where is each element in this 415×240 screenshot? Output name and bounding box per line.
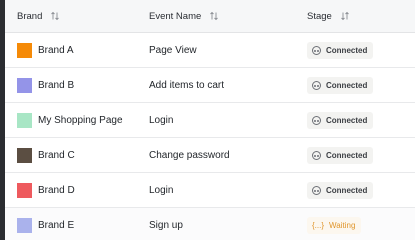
brand-cell: Brand D <box>17 173 137 207</box>
event-name: Login <box>149 114 174 126</box>
brand-name: My Shopping Page <box>38 114 123 126</box>
brand-color-swatch <box>17 112 32 128</box>
plug-icon <box>312 115 321 125</box>
event-name-cell: Login <box>149 103 299 137</box>
event-name: Change password <box>149 149 230 161</box>
stage-cell: {...} Waiting <box>307 208 415 240</box>
stage-badge: Connected <box>307 76 374 94</box>
stage-badge: Connected <box>307 41 374 59</box>
column-header-label: Brand <box>17 10 43 22</box>
brand-color-swatch <box>17 77 32 93</box>
column-header-label: Event Name <box>149 10 202 22</box>
column-header-label: Stage <box>307 10 332 22</box>
brand-color-swatch <box>17 218 32 233</box>
table-row[interactable]: Brand C Change password Connected <box>5 138 415 173</box>
brand-cell: Brand A <box>17 33 137 67</box>
event-name-cell: Sign up <box>149 208 299 240</box>
stage-badge: Connected <box>307 181 374 199</box>
table-row[interactable]: Brand E Sign up {...} Waiting <box>5 208 415 240</box>
event-name-cell: Add items to cart <box>149 68 299 102</box>
brand-cell: Brand B <box>17 68 137 102</box>
table-row[interactable]: Brand A Page View Connected <box>5 33 415 68</box>
brand-name: Brand B <box>38 79 75 91</box>
brand-name: Brand C <box>38 149 75 161</box>
brand-color-swatch <box>17 182 32 198</box>
event-name: Page View <box>149 44 197 56</box>
event-name: Sign up <box>149 220 183 231</box>
brand-cell: My Shopping Page <box>17 103 137 137</box>
brand-color-swatch <box>17 42 32 58</box>
stage-label: Connected <box>326 80 368 90</box>
column-header-brand[interactable]: Brand <box>17 0 137 32</box>
brand-name: Brand E <box>38 220 75 231</box>
events-table: Brand Event Name Stage Brand A Page View C… <box>5 0 415 240</box>
table-body: Brand A Page View Connected Brand B Add item… <box>5 33 415 240</box>
stage-badge: {...} Waiting <box>307 217 362 234</box>
stage-label: Connected <box>326 185 368 195</box>
stage-label: Waiting <box>329 221 356 230</box>
stage-cell: Connected <box>307 173 415 207</box>
stage-badge: Connected <box>307 146 374 164</box>
stage-cell: Connected <box>307 68 415 102</box>
brand-cell: Brand C <box>17 138 137 172</box>
brand-cell: Brand E <box>17 208 137 240</box>
event-name-cell: Page View <box>149 33 299 67</box>
stage-label: Connected <box>326 45 368 55</box>
table-row[interactable]: My Shopping Page Login Connected <box>5 103 415 138</box>
plug-icon <box>312 45 321 55</box>
sort-desc-icon[interactable] <box>340 11 350 21</box>
events-table-screen: Brand Event Name Stage Brand A Page View C… <box>0 0 415 240</box>
plug-icon <box>312 185 321 195</box>
plug-icon <box>312 80 321 90</box>
event-name-cell: Login <box>149 173 299 207</box>
plug-icon <box>312 150 321 160</box>
brand-name: Brand A <box>38 44 74 56</box>
table-header-row: Brand Event Name Stage <box>5 0 415 33</box>
braces-icon: {...} <box>312 221 325 230</box>
sort-updown-icon[interactable] <box>50 11 60 21</box>
stage-badge: Connected <box>307 111 374 129</box>
column-header-stage[interactable]: Stage <box>307 0 415 32</box>
event-name-cell: Change password <box>149 138 299 172</box>
stage-label: Connected <box>326 115 368 125</box>
table-row[interactable]: Brand B Add items to cart Connected <box>5 68 415 103</box>
event-name: Login <box>149 184 174 196</box>
event-name: Add items to cart <box>149 79 225 91</box>
table-row[interactable]: Brand D Login Connected <box>5 173 415 208</box>
stage-cell: Connected <box>307 138 415 172</box>
stage-label: Connected <box>326 150 368 160</box>
brand-name: Brand D <box>38 184 75 196</box>
column-header-event-name[interactable]: Event Name <box>149 0 299 32</box>
brand-color-swatch <box>17 147 32 163</box>
stage-cell: Connected <box>307 33 415 67</box>
stage-cell: Connected <box>307 103 415 137</box>
sort-updown-icon[interactable] <box>209 11 219 21</box>
